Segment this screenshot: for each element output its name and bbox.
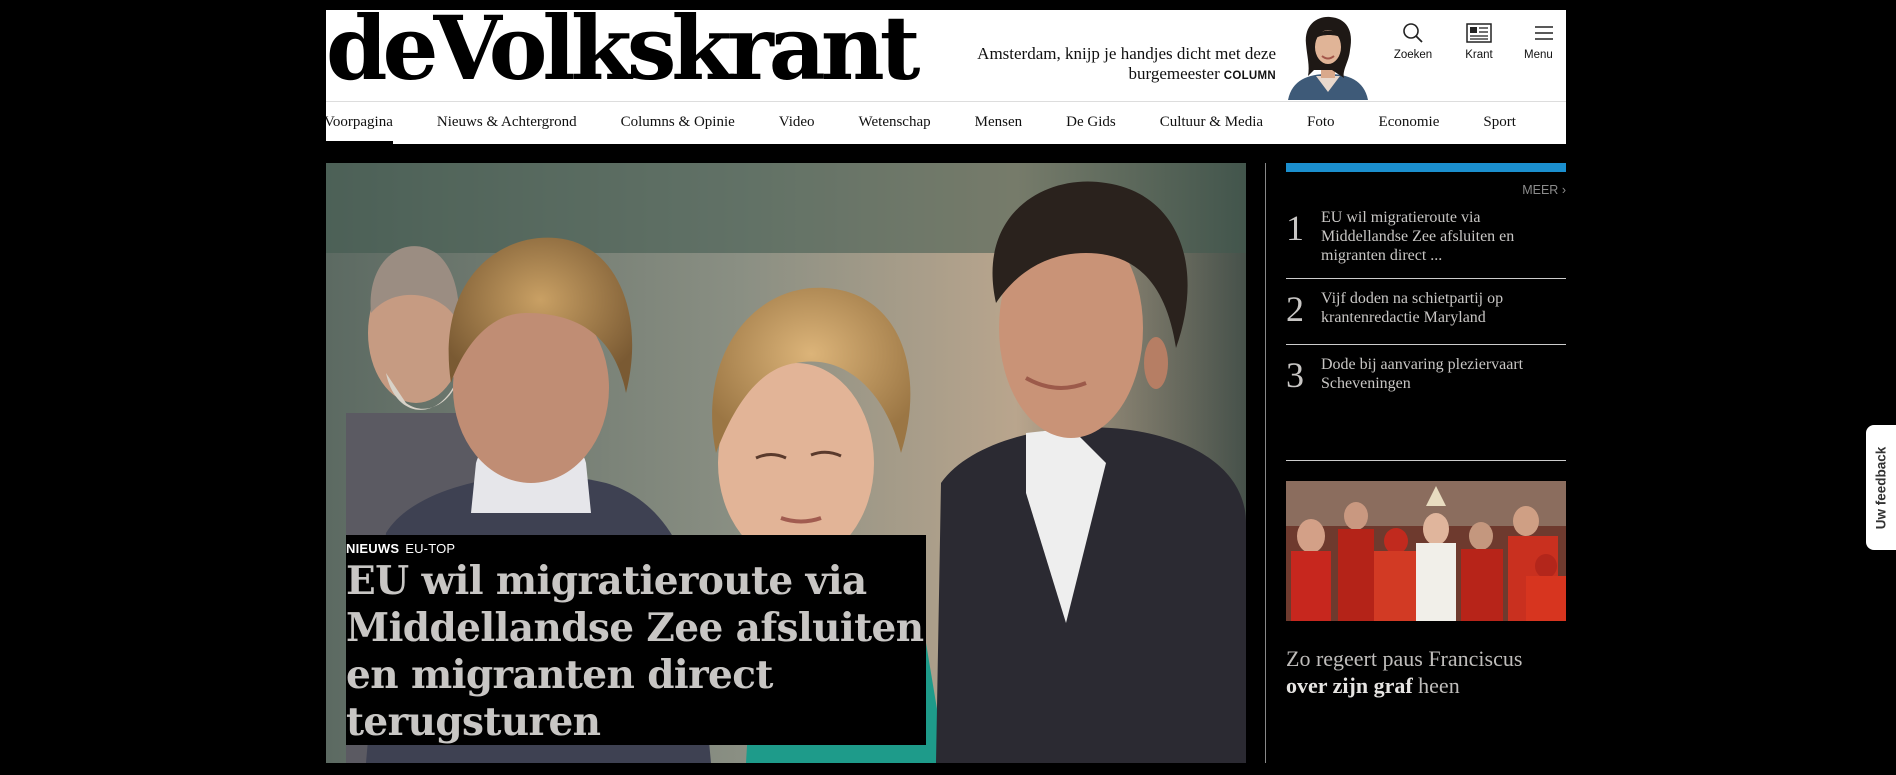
- list-item[interactable]: 1 EU wil migratieroute via Middellandse …: [1286, 205, 1566, 279]
- nav-mensen[interactable]: Mensen: [975, 102, 1023, 144]
- krant-label: Krant: [1465, 49, 1493, 61]
- newspaper-icon: [1466, 23, 1492, 43]
- feature-title-pre: Zo regeert paus Franciscus: [1286, 646, 1523, 671]
- search-button[interactable]: Zoeken: [1380, 22, 1446, 61]
- nav-nieuws-achtergrond[interactable]: Nieuws & Achtergrond: [437, 102, 577, 144]
- rank-number: 2: [1286, 289, 1304, 329]
- more-link[interactable]: MEER ›: [1286, 183, 1566, 197]
- nav-voorpagina[interactable]: Voorpagina: [326, 102, 393, 144]
- feature-thumbnail[interactable]: [1286, 481, 1566, 621]
- menu-icon: [1535, 26, 1553, 40]
- nav-columns-opinie[interactable]: Columns & Opinie: [621, 102, 735, 144]
- rank-number: 3: [1286, 355, 1304, 395]
- most-read-list: 1 EU wil migratieroute via Middellandse …: [1286, 205, 1566, 415]
- teaser-kicker: COLUMN: [1223, 70, 1276, 82]
- hero-section-label[interactable]: NIEUWS: [346, 541, 399, 556]
- header-column-teaser[interactable]: Amsterdam, knijp je handjes dicht met de…: [936, 44, 1276, 86]
- nav-foto[interactable]: Foto: [1307, 102, 1335, 144]
- menu-button[interactable]: Menu: [1524, 22, 1566, 61]
- header-tools: Zoeken Krant Menu: [1380, 22, 1566, 61]
- list-item-title[interactable]: EU wil migratieroute via Middellandse Ze…: [1321, 208, 1566, 278]
- columnist-portrait[interactable]: [1286, 14, 1370, 100]
- krant-button[interactable]: Krant: [1446, 22, 1512, 61]
- feature-title[interactable]: Zo regeert paus Franciscus over zijn gra…: [1286, 645, 1566, 699]
- masthead: deVolkskrant Amsterdam, knijp je handjes…: [326, 4, 1566, 102]
- column-divider: [1265, 163, 1266, 763]
- feature-title-bold: over zijn graf: [1286, 673, 1413, 698]
- rank-number: 1: [1286, 208, 1304, 248]
- hero-article[interactable]: NIEUWS EU-TOP EU wil migratieroute via Mi…: [326, 163, 1246, 763]
- chevron-right-icon: ›: [1561, 183, 1566, 197]
- search-label: Zoeken: [1393, 49, 1433, 61]
- list-item-title[interactable]: Vijf doden na schietpartij op krantenred…: [1321, 289, 1566, 344]
- nav-wetenschap[interactable]: Wetenschap: [859, 102, 931, 144]
- logo[interactable]: deVolkskrant: [326, 4, 920, 92]
- nav-de-gids[interactable]: De Gids: [1066, 102, 1116, 144]
- menu-label: Menu: [1524, 49, 1553, 61]
- list-item[interactable]: 3 Dode bij aanvaring plezier­vaart Schev…: [1286, 345, 1566, 415]
- list-item[interactable]: 2 Vijf doden na schietpartij op krantenr…: [1286, 279, 1566, 345]
- sidebar-accent-bar: [1286, 163, 1566, 172]
- nav-video[interactable]: Video: [779, 102, 815, 144]
- hero-headline[interactable]: EU wil migratieroute via Middellandse Ze…: [346, 558, 926, 746]
- sidebar: MEER › 1 EU wil migratieroute via Middel…: [1286, 163, 1566, 699]
- nav-cultuur-media[interactable]: Cultuur & Media: [1160, 102, 1263, 144]
- hero-tags: NIEUWS EU-TOP: [346, 535, 926, 556]
- feature-title-post: heen: [1418, 673, 1460, 698]
- list-item-title[interactable]: Dode bij aanvaring plezier­vaart Scheven…: [1321, 355, 1566, 415]
- nav-sport[interactable]: Sport: [1483, 102, 1516, 144]
- sidebar-separator: [1286, 460, 1566, 461]
- feedback-label: Uw feedback: [1873, 446, 1889, 529]
- hero-tag[interactable]: EU-TOP: [405, 541, 455, 556]
- nav-economie[interactable]: Economie: [1379, 102, 1440, 144]
- more-label: MEER: [1522, 183, 1559, 197]
- page: deVolkskrant Amsterdam, knijp je handjes…: [326, 4, 1566, 763]
- section-nav: Voorpagina Nieuws & Achtergrond Columns …: [326, 102, 1566, 144]
- feedback-tab[interactable]: Uw feedback: [1866, 425, 1896, 550]
- search-icon: [1403, 23, 1423, 43]
- hero-caption[interactable]: NIEUWS EU-TOP EU wil migratieroute via Mi…: [346, 535, 926, 745]
